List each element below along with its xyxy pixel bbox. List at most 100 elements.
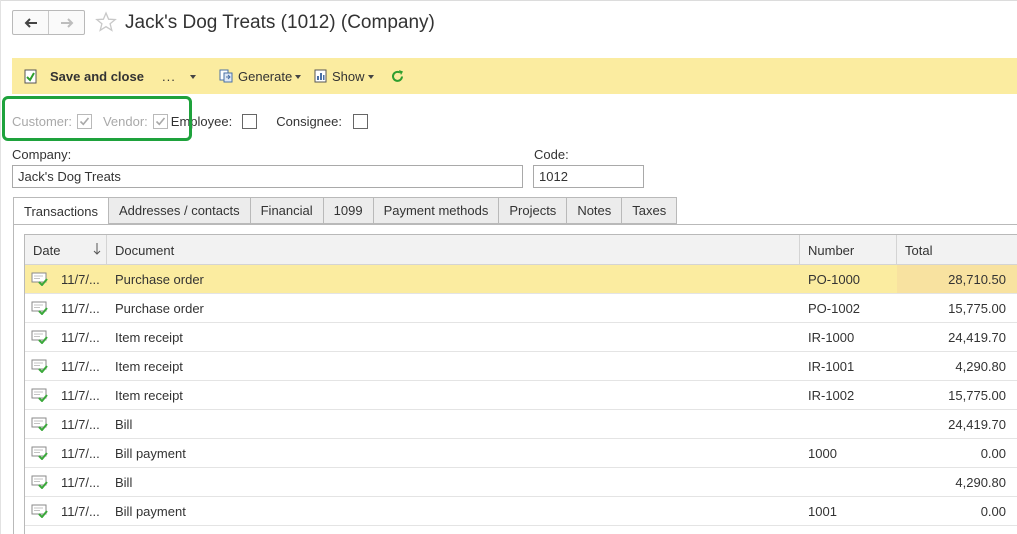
date-value: 11/7/... bbox=[61, 503, 100, 519]
document-cell: Purchase order bbox=[107, 294, 800, 322]
total-cell: 4,290.80 bbox=[897, 352, 1017, 380]
customer-label: Customer: bbox=[12, 113, 72, 129]
company-label: Company: bbox=[12, 147, 72, 162]
document-cell: Purchase order bbox=[107, 265, 800, 293]
number-cell: PO-1000 bbox=[800, 265, 897, 293]
document-value: Purchase order bbox=[115, 300, 204, 316]
tab-label: Addresses / contacts bbox=[118, 203, 240, 218]
column-header-label: Number bbox=[808, 242, 855, 258]
total-value: 24,419.70 bbox=[948, 416, 1006, 432]
tab-financial[interactable]: Financial bbox=[250, 197, 324, 224]
arrow-right-icon bbox=[60, 17, 73, 28]
left-divider bbox=[0, 0, 1, 534]
column-header-document[interactable]: Document bbox=[107, 235, 800, 265]
date-cell: 11/7/... bbox=[25, 497, 107, 525]
table-row[interactable]: 11/7/... Bill 4,290.80 bbox=[25, 468, 1017, 497]
number-cell bbox=[800, 410, 897, 438]
tab-notes[interactable]: Notes bbox=[567, 197, 623, 224]
tab-label: Projects bbox=[509, 203, 557, 218]
number-value: PO-1000 bbox=[808, 271, 861, 287]
date-value: 11/7/... bbox=[61, 445, 100, 461]
tab-addresses-contacts[interactable]: Addresses / contacts bbox=[108, 197, 251, 224]
table-row[interactable]: 11/7/... Purchase order PO-1002 15,775.0… bbox=[25, 294, 1017, 323]
document-cell: Item receipt bbox=[107, 323, 800, 351]
tab-projects[interactable]: Projects bbox=[499, 197, 568, 224]
customer-checkbox[interactable] bbox=[76, 113, 92, 129]
tab-label: Payment methods bbox=[383, 203, 489, 218]
tab-payment-methods[interactable]: Payment methods bbox=[373, 197, 500, 224]
save-and-close-label: Save and close bbox=[50, 68, 144, 84]
date-value: 11/7/... bbox=[61, 329, 100, 345]
number-value: IR-1001 bbox=[808, 358, 855, 374]
posted-document-icon bbox=[31, 359, 48, 373]
document-value: Purchase order bbox=[115, 271, 204, 287]
tab-1099[interactable]: 1099 bbox=[323, 197, 374, 224]
table-row[interactable]: 11/7/... Bill payment 1001 0.00 bbox=[25, 497, 1017, 526]
tab-panel-left-border bbox=[13, 224, 14, 534]
total-cell: 0.00 bbox=[897, 497, 1017, 525]
table-row[interactable]: 11/7/... Item receipt IR-1000 24,419.70 bbox=[25, 323, 1017, 352]
favorite-star-icon[interactable] bbox=[95, 11, 117, 36]
tab-label: 1099 bbox=[333, 203, 363, 218]
consignee-checkbox[interactable] bbox=[353, 113, 368, 129]
date-value: 11/7/... bbox=[61, 300, 100, 316]
date-cell: 11/7/... bbox=[25, 381, 107, 409]
tab-strip: Transactions Addresses / contacts Financ… bbox=[13, 197, 678, 225]
employee-checkbox[interactable] bbox=[242, 113, 258, 129]
column-header-number[interactable]: Number bbox=[800, 235, 897, 265]
date-value: 11/7/... bbox=[61, 474, 100, 490]
tab-label: Transactions bbox=[24, 203, 98, 219]
back-button[interactable] bbox=[13, 11, 48, 34]
consignee-label: Consignee: bbox=[276, 113, 342, 129]
table-row[interactable]: 11/7/... Item receipt IR-1001 4,290.80 bbox=[25, 352, 1017, 381]
tab-transactions[interactable]: Transactions bbox=[13, 197, 109, 225]
number-value: 1000 bbox=[808, 445, 837, 461]
show-menu-button[interactable]: Show bbox=[314, 58, 374, 94]
top-divider bbox=[0, 0, 1017, 1]
vendor-label: Vendor: bbox=[102, 113, 148, 129]
show-label: Show bbox=[332, 68, 365, 84]
checkmark-icon bbox=[79, 116, 90, 125]
total-value: 24,419.70 bbox=[948, 329, 1006, 345]
chevron-down-icon bbox=[295, 75, 302, 79]
table-row[interactable]: 11/7/... Purchase order PO-1000 28,710.5… bbox=[25, 265, 1017, 294]
column-header-label: Document bbox=[115, 242, 175, 258]
code-input[interactable]: 1012 bbox=[533, 165, 644, 188]
vendor-checkbox[interactable] bbox=[152, 113, 168, 129]
column-header-total[interactable]: Total bbox=[897, 235, 1017, 265]
refresh-button[interactable] bbox=[390, 58, 405, 94]
table-row[interactable]: 11/7/... Item receipt IR-1002 15,775.00 bbox=[25, 381, 1017, 410]
more-actions-button[interactable]: ... bbox=[162, 58, 196, 94]
table-row[interactable]: 11/7/... Bill payment 1000 0.00 bbox=[25, 439, 1017, 468]
document-value: Bill bbox=[115, 416, 133, 432]
number-value: 1001 bbox=[808, 503, 837, 519]
sort-descending-icon bbox=[93, 243, 101, 255]
posted-document-icon bbox=[31, 475, 48, 489]
total-value: 28,710.50 bbox=[948, 271, 1006, 287]
more-actions-label: ... bbox=[162, 68, 176, 84]
number-cell: PO-1002 bbox=[800, 294, 897, 322]
document-cell: Item receipt bbox=[107, 352, 800, 380]
table-body: 11/7/... Purchase order PO-1000 28,710.5… bbox=[25, 265, 1017, 526]
forward-button[interactable] bbox=[48, 11, 84, 34]
total-value: 4,290.80 bbox=[955, 358, 1006, 374]
generate-menu-button[interactable]: Generate bbox=[219, 58, 302, 94]
document-cell: Bill bbox=[107, 410, 800, 438]
number-value: IR-1000 bbox=[808, 329, 855, 345]
chevron-down-icon bbox=[189, 75, 196, 79]
total-cell: 28,710.50 bbox=[897, 265, 1017, 293]
company-name-input[interactable]: Jack's Dog Treats bbox=[12, 165, 523, 188]
total-value: 0.00 bbox=[980, 503, 1006, 519]
transactions-table: Date Document Number Total 11/7/... Purc… bbox=[24, 234, 1017, 534]
column-header-label: Date bbox=[33, 242, 61, 258]
date-cell: 11/7/... bbox=[25, 265, 107, 293]
save-document-icon bbox=[24, 69, 37, 84]
refresh-icon bbox=[392, 69, 403, 82]
tab-taxes[interactable]: Taxes bbox=[622, 197, 678, 224]
table-row[interactable]: 11/7/... Bill 24,419.70 bbox=[25, 410, 1017, 439]
date-cell: 11/7/... bbox=[25, 323, 107, 351]
document-value: Item receipt bbox=[115, 358, 183, 374]
column-header-date[interactable]: Date bbox=[25, 235, 107, 265]
save-and-close-button[interactable]: Save and close bbox=[24, 58, 144, 94]
number-cell: IR-1000 bbox=[800, 323, 897, 351]
